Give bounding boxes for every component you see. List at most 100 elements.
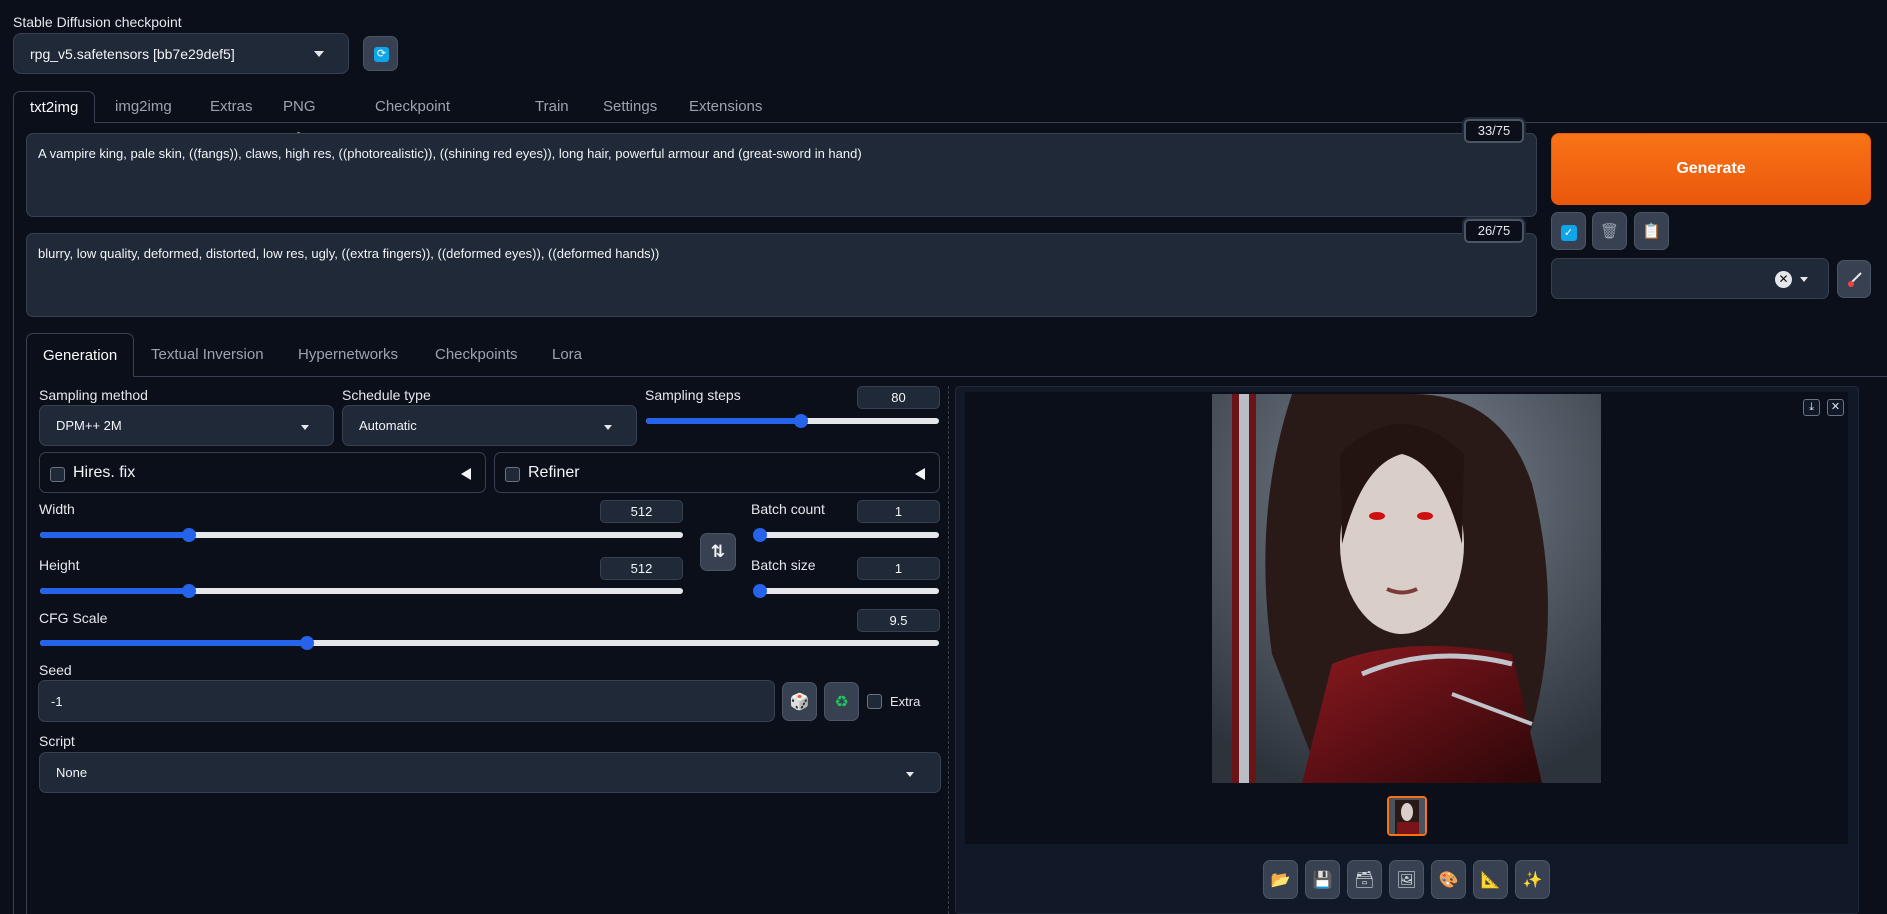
- hires-fix-accordion[interactable]: Hires. fix: [39, 452, 486, 493]
- script-value: None: [56, 765, 88, 780]
- zip-icon: 🗃: [1354, 872, 1375, 889]
- tab-png-info[interactable]: PNG Info: [267, 91, 332, 147]
- width-input[interactable]: 512: [600, 500, 683, 523]
- tab-hypernetworks[interactable]: Hypernetworks: [282, 333, 414, 377]
- sampling-method-select[interactable]: DPM++ 2M: [39, 405, 334, 446]
- refiner-checkbox[interactable]: [505, 467, 520, 482]
- tab-extras[interactable]: Extras: [194, 91, 269, 123]
- height-label: Height: [39, 557, 80, 573]
- sampling-steps-input[interactable]: 80: [857, 386, 940, 409]
- clipboard-icon: 📋: [1642, 223, 1661, 240]
- panel-divider: [948, 386, 949, 914]
- generate-button[interactable]: Generate: [1551, 133, 1871, 205]
- slider-fill: [40, 532, 190, 538]
- tab-img2img[interactable]: img2img: [99, 91, 188, 123]
- batch-size-slider[interactable]: [753, 584, 939, 598]
- height-slider[interactable]: [40, 584, 683, 598]
- refresh-checkpoint-button[interactable]: ⟳: [363, 36, 398, 71]
- tab-extensions[interactable]: Extensions: [673, 91, 778, 123]
- schedule-type-label: Schedule type: [342, 387, 431, 403]
- checkpoint-label: Stable Diffusion checkpoint: [13, 14, 182, 30]
- schedule-type-select[interactable]: Automatic: [342, 405, 637, 446]
- checkpoint-select[interactable]: rpg_v5.safetensors [bb7e29def5]: [13, 33, 349, 74]
- tab-generation[interactable]: Generation: [26, 333, 135, 377]
- paste-style-button[interactable]: 📋: [1634, 212, 1669, 250]
- download-button[interactable]: ⤓: [1803, 399, 1820, 416]
- cfg-scale-slider[interactable]: [40, 636, 939, 650]
- slider-fill: [646, 418, 802, 424]
- send-to-extras-button[interactable]: 📐: [1473, 860, 1508, 899]
- tab-textual-inversion[interactable]: Textual Inversion: [135, 333, 280, 377]
- height-input[interactable]: 512: [600, 557, 683, 580]
- download-icon: ⤓: [1809, 401, 1814, 413]
- batch-size-label: Batch size: [751, 557, 816, 573]
- script-select[interactable]: None: [39, 752, 941, 793]
- send-to-img2img-button[interactable]: 🖼: [1389, 860, 1424, 899]
- batch-count-label: Batch count: [751, 501, 825, 517]
- read-params-button[interactable]: ✓: [1551, 212, 1586, 250]
- close-icon[interactable]: ✕: [1775, 271, 1792, 288]
- checkpoint-value: rpg_v5.safetensors [bb7e29def5]: [30, 46, 235, 62]
- tab-settings[interactable]: Settings: [587, 91, 673, 123]
- refiner-label: Refiner: [528, 464, 580, 481]
- seed-input[interactable]: -1: [38, 680, 775, 722]
- close-image-button[interactable]: ✕: [1827, 399, 1844, 416]
- negative-prompt-token-counter: 26/75: [1464, 219, 1524, 243]
- dice-icon: 🎲: [789, 694, 810, 711]
- zip-button[interactable]: 🗃: [1347, 860, 1382, 899]
- collapse-arrow-icon: [461, 468, 471, 480]
- tab-train[interactable]: Train: [519, 91, 585, 123]
- slider-knob[interactable]: [753, 584, 767, 598]
- tab-lora[interactable]: Lora: [536, 333, 598, 377]
- send-to-inpaint-button[interactable]: 🎨: [1431, 860, 1466, 899]
- prompt-textarea[interactable]: A vampire king, pale skin, ((fangs)), cl…: [26, 133, 1537, 217]
- chevron-down-icon: [604, 425, 612, 430]
- chevron-down-icon: [314, 51, 324, 57]
- close-icon: ✕: [1830, 401, 1841, 413]
- negative-prompt-text: blurry, low quality, deformed, distorted…: [38, 246, 660, 261]
- generated-image[interactable]: [1212, 394, 1601, 783]
- cfg-scale-input[interactable]: 9.5: [857, 609, 940, 632]
- sampling-steps-slider[interactable]: [646, 414, 939, 428]
- gallery-thumbnail[interactable]: [1387, 796, 1427, 836]
- reuse-seed-button[interactable]: ♻: [824, 682, 859, 721]
- sampling-steps-label: Sampling steps: [645, 387, 741, 403]
- batch-count-slider[interactable]: [753, 528, 939, 542]
- slider-fill: [40, 588, 190, 594]
- palette-icon: 🎨: [1438, 872, 1459, 889]
- width-label: Width: [39, 501, 75, 517]
- batch-size-input[interactable]: 1: [857, 557, 940, 580]
- clear-prompt-button[interactable]: 🗑: [1592, 212, 1627, 250]
- chevron-down-icon: [301, 425, 309, 430]
- negative-prompt-textarea[interactable]: blurry, low quality, deformed, distorted…: [26, 233, 1537, 317]
- refiner-accordion[interactable]: Refiner: [494, 452, 940, 493]
- image-icon: 🖼: [1396, 872, 1417, 889]
- brush-icon: [1848, 272, 1862, 287]
- tab-txt2img[interactable]: txt2img: [13, 91, 96, 123]
- tab-checkpoints[interactable]: Checkpoints: [419, 333, 534, 377]
- seed-value: -1: [51, 694, 63, 709]
- random-seed-button[interactable]: 🎲: [782, 682, 817, 721]
- slider-knob[interactable]: [300, 636, 314, 650]
- slider-knob[interactable]: [753, 528, 767, 542]
- tab-checkpoint-merger[interactable]: Checkpoint Merger: [359, 91, 466, 147]
- swap-dimensions-icon: ⇅: [710, 542, 726, 561]
- styles-select[interactable]: ✕: [1551, 258, 1829, 299]
- folder-icon: 📂: [1270, 872, 1291, 889]
- thumbnail-image: [1389, 798, 1425, 834]
- collapse-arrow-icon: [915, 468, 925, 480]
- upscale-button[interactable]: ✨: [1515, 860, 1550, 899]
- refresh-icon: ⟳: [374, 47, 389, 62]
- edit-styles-button[interactable]: [1837, 260, 1871, 298]
- open-folder-button[interactable]: 📂: [1263, 860, 1298, 899]
- width-slider[interactable]: [40, 528, 683, 542]
- batch-count-input[interactable]: 1: [857, 500, 940, 523]
- prompt-text: A vampire king, pale skin, ((fangs)), cl…: [38, 146, 862, 161]
- cfg-scale-label: CFG Scale: [39, 610, 108, 626]
- save-button[interactable]: 💾: [1305, 860, 1340, 899]
- extra-seed-checkbox[interactable]: [867, 694, 882, 709]
- trash-icon: 🗑: [1599, 223, 1620, 240]
- hires-fix-checkbox[interactable]: [50, 467, 65, 482]
- vampire-portrait-image: [1212, 394, 1601, 783]
- swap-dimensions-button[interactable]: ⇅: [700, 533, 736, 571]
